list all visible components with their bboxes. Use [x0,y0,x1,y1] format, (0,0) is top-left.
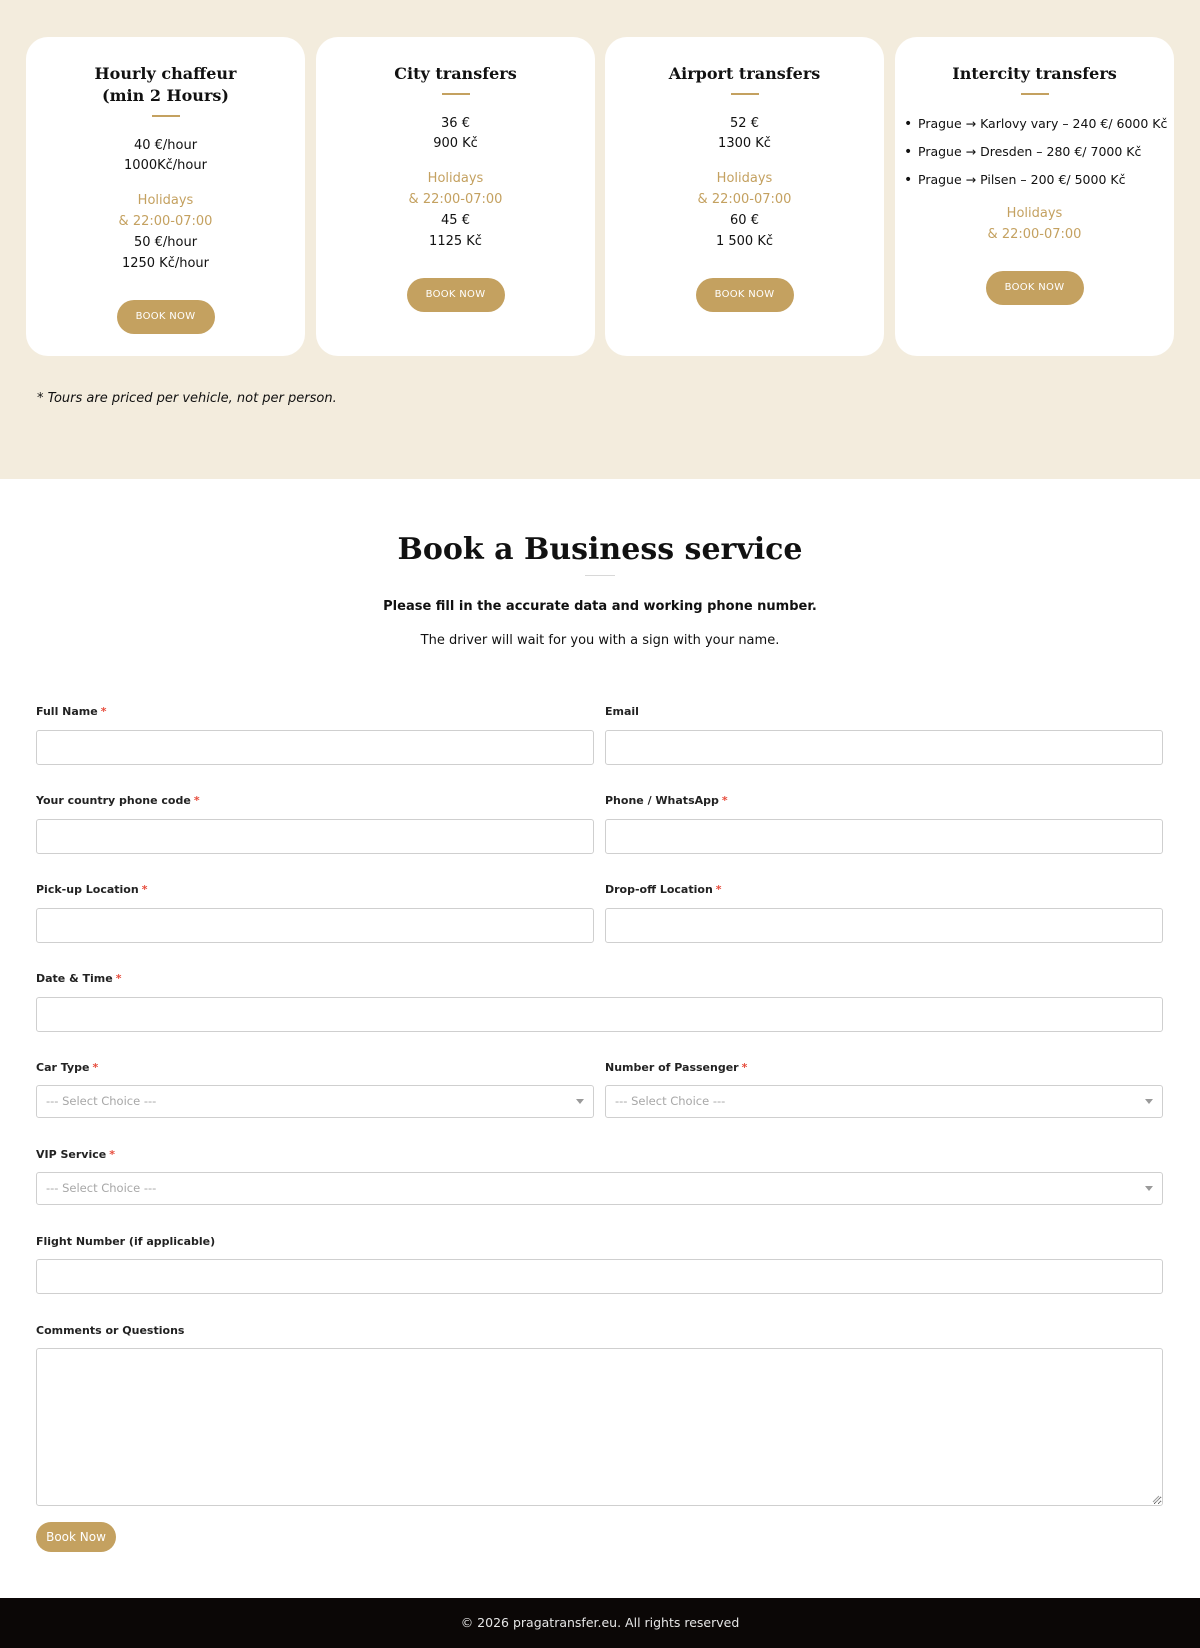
phone-code-label: Your country phone code * [36,794,200,807]
select-placeholder: --- Select Choice --- [615,1094,726,1108]
copyright-text: © 2026 pragatransfer.eu. All rights rese… [460,1615,740,1630]
card-title: Airport transfers [668,64,821,83]
list-item: Prague → Dresden – 280 €/ 7000 Kč [903,142,1170,170]
heading-divider [585,575,615,576]
comments-label: Comments or Questions [36,1324,185,1337]
comments-textarea[interactable] [36,1348,1163,1506]
chevron-down-icon [1145,1186,1153,1191]
booking-driver-note: The driver will wait for you with a sign… [420,633,780,648]
list-item: Prague → Pilsen – 200 €/ 5000 Kč [903,170,1170,198]
flight-number-input[interactable] [36,1259,1163,1294]
select-placeholder: --- Select Choice --- [46,1181,157,1195]
required-mark: * [741,1061,748,1074]
email-label: Email [605,705,639,718]
book-now-button[interactable]: BOOK NOW [695,278,794,312]
phone-label: Phone / WhatsApp * [605,794,728,807]
submit-booking-button[interactable]: Book Now [36,1522,116,1552]
title-divider [1020,93,1049,95]
dropoff-location-input[interactable] [605,908,1163,943]
pricing-section: Hourly chaffeur (min 2 Hours) 40 €/hour … [0,0,1200,479]
car-type-select[interactable]: --- Select Choice --- [36,1085,594,1118]
datetime-label: Date & Time * [36,972,122,985]
phone-input[interactable] [605,819,1163,854]
required-mark: * [92,1061,99,1074]
full-name-label: Full Name * [36,705,107,718]
chevron-down-icon [1145,1099,1153,1104]
price-line: 1000Kč/hour [124,158,207,173]
price-line: 36 € [441,116,470,131]
pricing-card-hourly: Hourly chaffeur (min 2 Hours) 40 €/hour … [26,37,305,356]
card-title: Hourly chaffeur (min 2 Hours) [26,63,305,107]
holiday-price-line: 50 €/hour [133,235,198,250]
pickup-label: Pick-up Location * [36,883,148,896]
chevron-down-icon [576,1099,584,1104]
night-hours-label: & 22:00-07:00 [987,227,1082,242]
book-now-button[interactable]: BOOK NOW [985,271,1084,305]
vip-label: VIP Service * [36,1148,115,1161]
title-divider [730,93,759,95]
card-title-line: (min 2 Hours) [102,86,229,105]
pricing-card-airport: Airport transfers 52 € 1300 Kč Holidays … [605,37,884,356]
select-placeholder: --- Select Choice --- [46,1094,157,1108]
price-line: 1300 Kč [718,136,771,151]
booking-instructions: Please fill in the accurate data and wor… [383,599,817,614]
holiday-price-line: 1125 Kč [429,234,482,249]
title-divider [151,115,180,117]
card-title-line: Hourly chaffeur [94,64,237,83]
holiday-price-line: 45 € [441,213,470,228]
holidays-label: Holidays [716,171,773,186]
required-mark: * [115,972,122,985]
holidays-label: Holidays [427,171,484,186]
holiday-price-line: 1 500 Kč [715,234,774,249]
flight-number-label: Flight Number (if applicable) [36,1235,216,1248]
required-mark: * [109,1148,115,1161]
night-hours-label: & 22:00-07:00 [118,214,213,229]
vip-service-select[interactable]: --- Select Choice --- [36,1172,1163,1205]
card-title: City transfers [394,64,517,83]
full-name-input[interactable] [36,730,594,765]
passengers-label: Number of Passenger * [605,1061,748,1074]
pricing-note: * Tours are priced per vehicle, not per … [37,391,337,406]
email-input[interactable] [605,730,1163,765]
required-mark: * [715,883,722,896]
datetime-input[interactable] [36,997,1163,1032]
required-mark: * [193,794,200,807]
book-now-button[interactable]: BOOK NOW [116,300,215,334]
holidays-label: Holidays [137,193,194,208]
car-type-label: Car Type * [36,1061,99,1074]
phone-code-input[interactable] [36,819,594,854]
route-list: Prague → Karlovy vary – 240 €/ 6000 Kč P… [903,114,1170,198]
pricing-card-city: City transfers 36 € 900 Kč Holidays & 22… [316,37,595,356]
booking-heading: Book a Business service [397,532,803,567]
passengers-select[interactable]: --- Select Choice --- [605,1085,1163,1118]
pricing-card-intercity: Intercity transfers Prague → Karlovy var… [895,37,1174,356]
required-mark: * [721,794,728,807]
required-mark: * [100,705,107,718]
price-line: 52 € [730,116,759,131]
dropoff-label: Drop-off Location * [605,883,722,896]
book-now-button[interactable]: BOOK NOW [406,278,505,312]
required-mark: * [141,883,148,896]
night-hours-label: & 22:00-07:00 [697,192,792,207]
title-divider [441,93,470,95]
holiday-price-line: 1250 Kč/hour [121,256,210,271]
holidays-label: Holidays [1006,206,1063,221]
night-hours-label: & 22:00-07:00 [408,192,503,207]
holiday-price-line: 60 € [730,213,759,228]
pickup-location-input[interactable] [36,908,594,943]
price-line: 900 Kč [433,136,478,151]
list-item: Prague → Karlovy vary – 240 €/ 6000 Kč [903,114,1170,142]
price-line: 40 €/hour [133,138,198,153]
footer: © 2026 pragatransfer.eu. All rights rese… [0,1598,1200,1648]
card-title: Intercity transfers [952,64,1117,83]
resize-handle-icon[interactable] [1152,1495,1160,1503]
